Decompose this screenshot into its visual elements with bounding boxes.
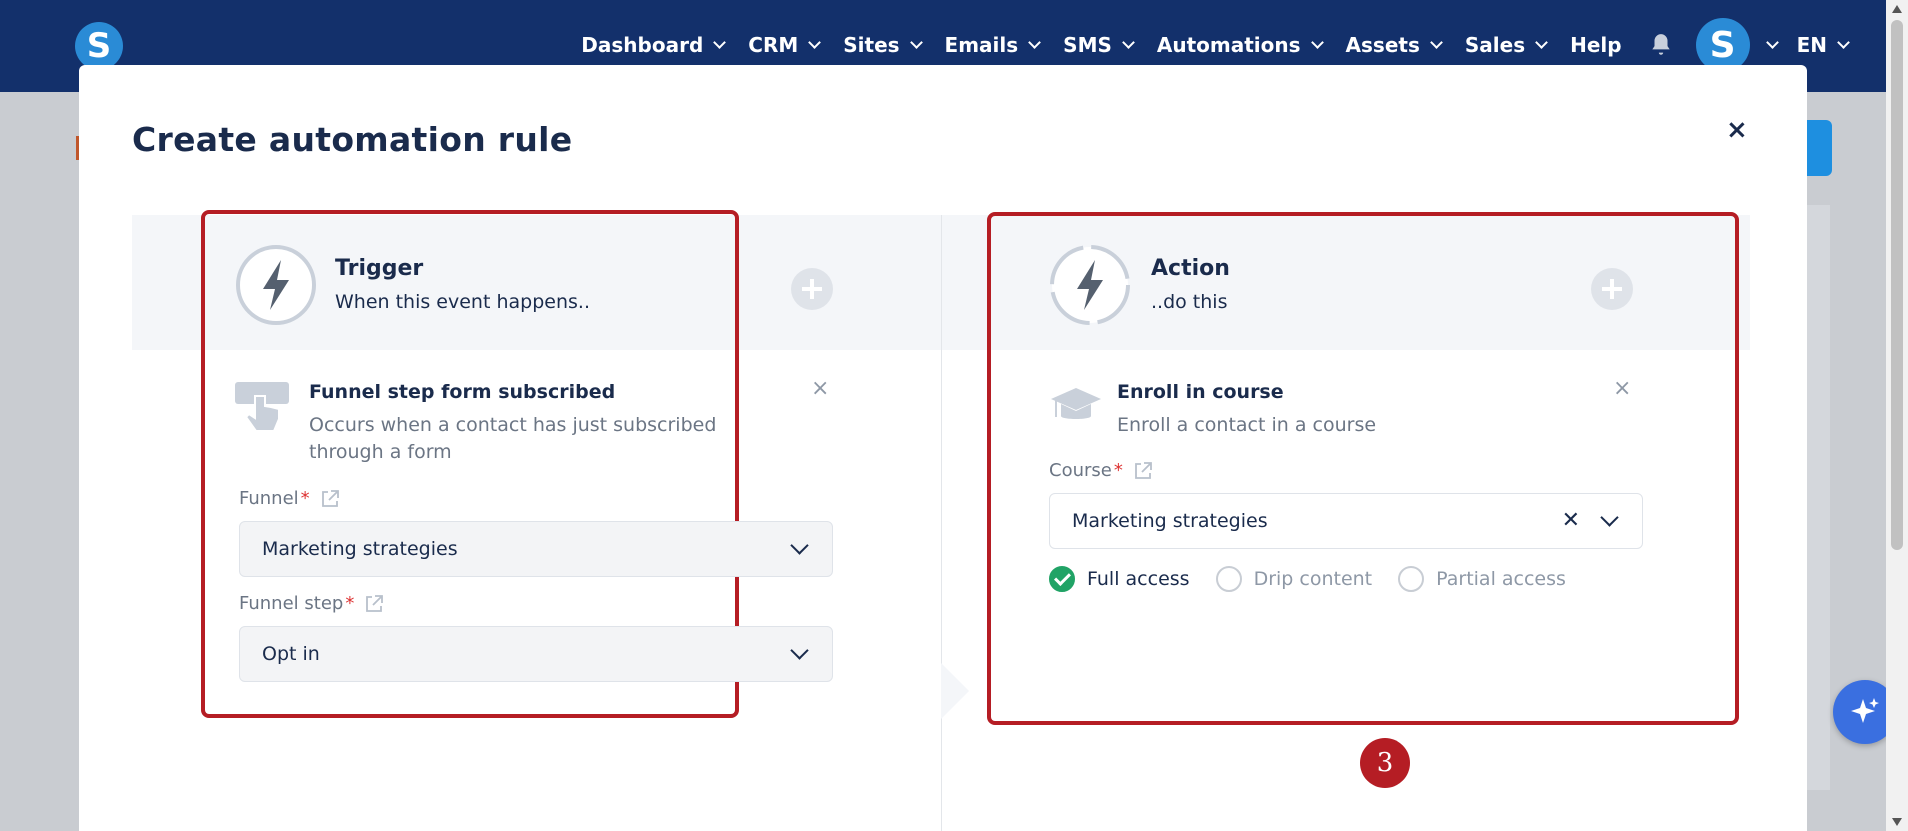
nav-item-label: Dashboard xyxy=(581,33,704,57)
nav-menu: Dashboard CRM Sites Emails SMS Automatio… xyxy=(569,18,1850,72)
trigger-title: Trigger xyxy=(335,256,424,281)
funnel-step-label: Funnel step * xyxy=(239,593,384,614)
partial-access-label: Partial access xyxy=(1436,568,1566,590)
remove-trigger-icon[interactable]: × xyxy=(811,376,829,401)
nav-item-emails[interactable]: Emails xyxy=(933,33,1052,57)
trigger-section: Trigger When this event happens.. Funnel… xyxy=(201,210,833,718)
scroll-up-arrow[interactable] xyxy=(1892,5,1902,13)
funnel-label: Funnel * xyxy=(239,488,340,509)
trigger-subtitle: When this event happens.. xyxy=(335,291,590,313)
funnel-step-select-value: Opt in xyxy=(262,643,320,665)
course-select[interactable]: Marketing strategies ✕ xyxy=(1049,493,1643,549)
nav-item-label: Automations xyxy=(1156,33,1301,57)
action-card-title: Enroll in course xyxy=(1117,381,1284,403)
lightning-cycle-icon xyxy=(1050,245,1130,325)
nav-item-assets[interactable]: Assets xyxy=(1334,33,1453,57)
trigger-card-description: Occurs when a contact has just subscribe… xyxy=(309,414,717,463)
partial-access-radio[interactable] xyxy=(1398,566,1425,592)
action-section: Action ..do this Enroll in course Enroll… xyxy=(987,212,1739,725)
nav-item-label: Help xyxy=(1570,33,1622,57)
scrollbar-thumb[interactable] xyxy=(1891,20,1903,550)
drip-content-radio[interactable] xyxy=(1215,566,1242,592)
chevron-down-icon xyxy=(1837,36,1850,49)
scroll-down-arrow[interactable] xyxy=(1892,818,1902,826)
nav-item-sites[interactable]: Sites xyxy=(831,33,932,57)
chevron-down-icon[interactable] xyxy=(1765,36,1779,49)
step-badge: 3 xyxy=(1360,738,1410,788)
chevron-down-icon xyxy=(1600,508,1619,527)
course-label-text: Course xyxy=(1049,460,1112,481)
chevron-down-icon xyxy=(790,536,809,555)
trigger-card-title: Funnel step form subscribed xyxy=(309,381,616,403)
clear-selection-icon[interactable]: ✕ xyxy=(1562,508,1580,533)
chevron-down-icon xyxy=(790,641,809,660)
chevron-down-icon xyxy=(909,36,923,49)
drip-content-label: Drip content xyxy=(1253,568,1373,590)
bell-icon[interactable] xyxy=(1648,32,1674,58)
nav-item-label: Sites xyxy=(843,33,900,57)
chevron-down-icon xyxy=(1535,36,1548,49)
required-marker: * xyxy=(300,488,310,509)
funnel-step-select[interactable]: Opt in xyxy=(239,626,833,682)
language-label: EN xyxy=(1796,33,1827,57)
required-marker: * xyxy=(1113,460,1123,481)
add-trigger-button[interactable] xyxy=(791,268,833,310)
action-title: Action xyxy=(1151,256,1230,281)
close-icon[interactable]: × xyxy=(1726,115,1748,145)
flow-arrow xyxy=(941,663,969,719)
funnel-select-value: Marketing strategies xyxy=(262,538,458,560)
nav-item-sales[interactable]: Sales xyxy=(1453,33,1558,57)
column-divider xyxy=(941,215,942,831)
chevron-down-icon xyxy=(1028,36,1042,49)
nav-item-label: SMS xyxy=(1063,33,1112,57)
app-logo[interactable]: S xyxy=(75,22,123,70)
remove-action-icon[interactable]: × xyxy=(1613,376,1631,401)
nav-item-label: Sales xyxy=(1464,33,1526,57)
external-link-icon[interactable] xyxy=(1133,461,1153,481)
nav-item-label: Assets xyxy=(1345,33,1420,57)
sparkle-icon xyxy=(1851,698,1879,723)
language-selector[interactable]: EN xyxy=(1796,33,1850,57)
nav-item-automations[interactable]: Automations xyxy=(1145,33,1334,57)
nav-item-crm[interactable]: CRM xyxy=(736,33,831,57)
nav-item-label: Emails xyxy=(944,33,1019,57)
chevron-down-icon xyxy=(1430,36,1443,49)
course-select-value: Marketing strategies xyxy=(1072,510,1268,532)
chevron-down-icon xyxy=(808,36,822,49)
full-access-label: Full access xyxy=(1087,568,1190,590)
access-options: Full access Drip content Partial access xyxy=(1049,566,1592,592)
funnel-label-text: Funnel xyxy=(239,488,299,509)
modal-title: Create automation rule xyxy=(132,120,573,159)
chevron-down-icon xyxy=(1310,36,1324,49)
action-subtitle: ..do this xyxy=(1151,291,1228,313)
external-link-icon[interactable] xyxy=(364,594,384,614)
nav-item-dashboard[interactable]: Dashboard xyxy=(569,33,736,57)
required-marker: * xyxy=(345,593,355,614)
pointer-form-icon xyxy=(235,382,289,432)
external-link-icon[interactable] xyxy=(320,489,340,509)
nav-item-help[interactable]: Help xyxy=(1558,33,1633,57)
avatar[interactable]: S xyxy=(1695,18,1750,72)
page-scrollbar[interactable] xyxy=(1886,0,1908,831)
chevron-down-icon xyxy=(713,36,727,49)
nav-item-sms[interactable]: SMS xyxy=(1051,33,1145,57)
nav-item-label: CRM xyxy=(748,33,799,57)
add-action-button[interactable] xyxy=(1591,268,1633,310)
full-access-radio[interactable] xyxy=(1049,566,1075,592)
chevron-down-icon xyxy=(1122,36,1135,49)
funnel-select[interactable]: Marketing strategies xyxy=(239,521,833,577)
action-card-description: Enroll a contact in a course xyxy=(1117,414,1377,436)
graduation-cap-icon xyxy=(1051,388,1101,419)
course-label: Course * xyxy=(1049,460,1153,481)
create-automation-modal: Create automation rule × Trigger When th… xyxy=(79,65,1807,831)
lightning-icon xyxy=(236,245,316,325)
funnel-step-label-text: Funnel step xyxy=(239,593,344,614)
